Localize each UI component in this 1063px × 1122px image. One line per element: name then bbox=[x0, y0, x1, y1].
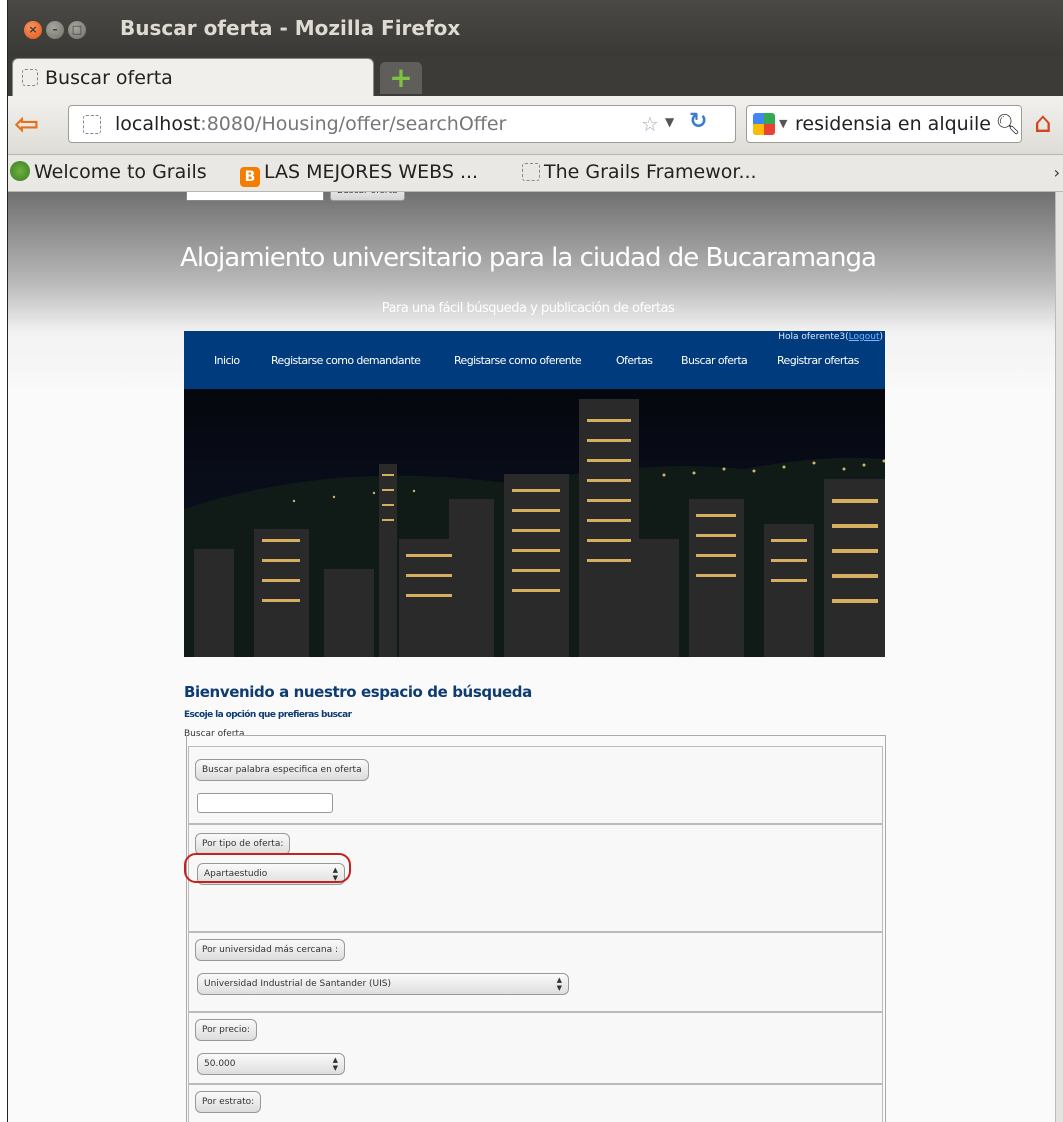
fieldset-right-border bbox=[885, 735, 886, 1122]
fieldset-left-border bbox=[186, 735, 187, 1122]
city-night-banner-image bbox=[184, 389, 885, 657]
url-history-dropdown-icon[interactable]: ▼ bbox=[665, 115, 674, 129]
close-window-button[interactable]: × bbox=[24, 21, 42, 39]
vertical-scrollbar[interactable] bbox=[1055, 192, 1063, 1122]
bookmark-grails-framework[interactable]: The Grails Framewor... bbox=[522, 161, 757, 183]
university-select[interactable]: Universidad Industrial de Santander (UIS… bbox=[197, 973, 569, 995]
fieldset-legend: Buscar oferta bbox=[184, 729, 245, 739]
menu-item-inicio[interactable]: Inicio bbox=[214, 354, 240, 367]
maximize-window-button[interactable]: □ bbox=[68, 21, 86, 39]
page-icon bbox=[22, 69, 38, 86]
search-icon[interactable]: 🔍︎ bbox=[995, 106, 1021, 142]
blogger-icon: B bbox=[240, 167, 260, 187]
plus-icon: + bbox=[389, 61, 413, 94]
minimize-window-button[interactable]: – bbox=[46, 21, 64, 39]
site-title: Alojamiento universitario para la ciudad… bbox=[180, 243, 877, 273]
back-button[interactable]: ⇦ bbox=[14, 110, 48, 140]
menu-item-buscar-oferta[interactable]: Buscar oferta bbox=[681, 354, 748, 367]
university-section: Por universidad más cercana : Universida… bbox=[188, 932, 883, 1012]
tab-buscar-oferta[interactable]: Buscar oferta bbox=[12, 58, 374, 97]
user-greeting: Hola oferente3(Logout) bbox=[778, 332, 883, 342]
url-bar[interactable]: localhost:8080/Housing/offer/searchOffer… bbox=[68, 105, 736, 143]
bookmarks-toolbar: Welcome to Grails B LAS MEJORES WEBS ... … bbox=[8, 155, 1063, 192]
top-search-input[interactable] bbox=[186, 192, 324, 201]
price-section: Por precio: 50.000 ▲ ▼ bbox=[188, 1012, 883, 1084]
bookmark-welcome-to-grails[interactable]: Welcome to Grails bbox=[10, 161, 207, 183]
page-icon bbox=[522, 163, 540, 181]
bookmark-star-icon[interactable]: ☆ bbox=[641, 112, 659, 136]
main-menu: Hola oferente3(Logout) Inicio Registarse… bbox=[184, 331, 885, 389]
menu-item-registrarse-demandante[interactable]: Registarse como demandante bbox=[271, 354, 421, 367]
top-search-button[interactable]: Buscar oferta bbox=[330, 192, 405, 201]
tab-title: Buscar oferta bbox=[45, 67, 173, 89]
city-skyline-graphic bbox=[184, 399, 885, 657]
menu-item-ofertas[interactable]: Ofertas bbox=[616, 354, 653, 367]
new-tab-button[interactable]: + bbox=[380, 62, 422, 94]
back-arrow-icon: ⇦ bbox=[14, 107, 40, 142]
firefox-window: × – □ Buscar oferta - Mozilla Firefox Bu… bbox=[7, 0, 1063, 1122]
reload-icon[interactable]: ↻ bbox=[689, 109, 707, 134]
maximize-icon: □ bbox=[71, 23, 83, 36]
minimize-icon: – bbox=[52, 23, 58, 36]
url-text: localhost:8080/Housing/offer/searchOffer bbox=[115, 113, 507, 135]
stratum-button[interactable]: Por estrato: bbox=[195, 1091, 262, 1113]
choose-option-text: Escoje la opción que prefieras buscar bbox=[184, 710, 352, 720]
offer-type-highlight-annotation bbox=[184, 853, 351, 883]
close-icon: × bbox=[28, 23, 38, 36]
logout-link[interactable]: Logout bbox=[849, 332, 880, 342]
stratum-section: Por estrato: 1▲▼ bbox=[188, 1084, 883, 1122]
search-bar[interactable]: ▼ residensia en alquile 🔍︎ bbox=[746, 105, 1022, 143]
price-button[interactable]: Por precio: bbox=[195, 1019, 257, 1041]
welcome-heading: Bienvenido a nuestro espacio de búsqueda bbox=[184, 683, 532, 701]
bookmarks-overflow-chevron-icon[interactable]: › bbox=[1054, 163, 1060, 182]
page-icon bbox=[83, 115, 101, 134]
menu-item-registrarse-oferente[interactable]: Registarse como oferente bbox=[454, 354, 582, 367]
keyword-input[interactable] bbox=[197, 793, 333, 813]
bookmark-las-mejores-webs[interactable]: B LAS MEJORES WEBS ... bbox=[240, 161, 478, 187]
price-select[interactable]: 50.000 ▲ ▼ bbox=[197, 1053, 345, 1075]
select-arrows-icon: ▲ ▼ bbox=[332, 1056, 338, 1072]
page-content: Buscar oferta Alojamiento universitario … bbox=[8, 192, 1055, 1122]
offer-type-button[interactable]: Por tipo de oferta: bbox=[195, 833, 291, 855]
title-bar: × – □ Buscar oferta - Mozilla Firefox bbox=[8, 0, 1063, 56]
site-subtitle: Para una fácil búsqueda y publicación de… bbox=[381, 301, 675, 316]
navigation-bar: ⇦ localhost:8080/Housing/offer/searchOff… bbox=[8, 96, 1063, 155]
google-icon[interactable] bbox=[753, 113, 775, 135]
select-arrows-icon: ▲ ▼ bbox=[556, 976, 562, 992]
tab-bar: Buscar oferta + bbox=[8, 56, 1063, 97]
grails-icon bbox=[10, 161, 30, 181]
menu-item-registrar-ofertas[interactable]: Registrar ofertas bbox=[777, 354, 859, 367]
keyword-search-section: Buscar palabra especifica en oferta bbox=[188, 746, 883, 824]
home-icon[interactable]: ⌂ bbox=[1034, 106, 1052, 139]
fieldset-top-border bbox=[232, 735, 886, 736]
search-engine-dropdown-icon[interactable]: ▼ bbox=[779, 117, 787, 130]
window-title: Buscar oferta - Mozilla Firefox bbox=[120, 16, 461, 40]
keyword-search-button[interactable]: Buscar palabra especifica en oferta bbox=[195, 759, 369, 781]
university-button[interactable]: Por universidad más cercana : bbox=[195, 939, 346, 961]
search-input[interactable]: residensia en alquile bbox=[795, 113, 991, 135]
